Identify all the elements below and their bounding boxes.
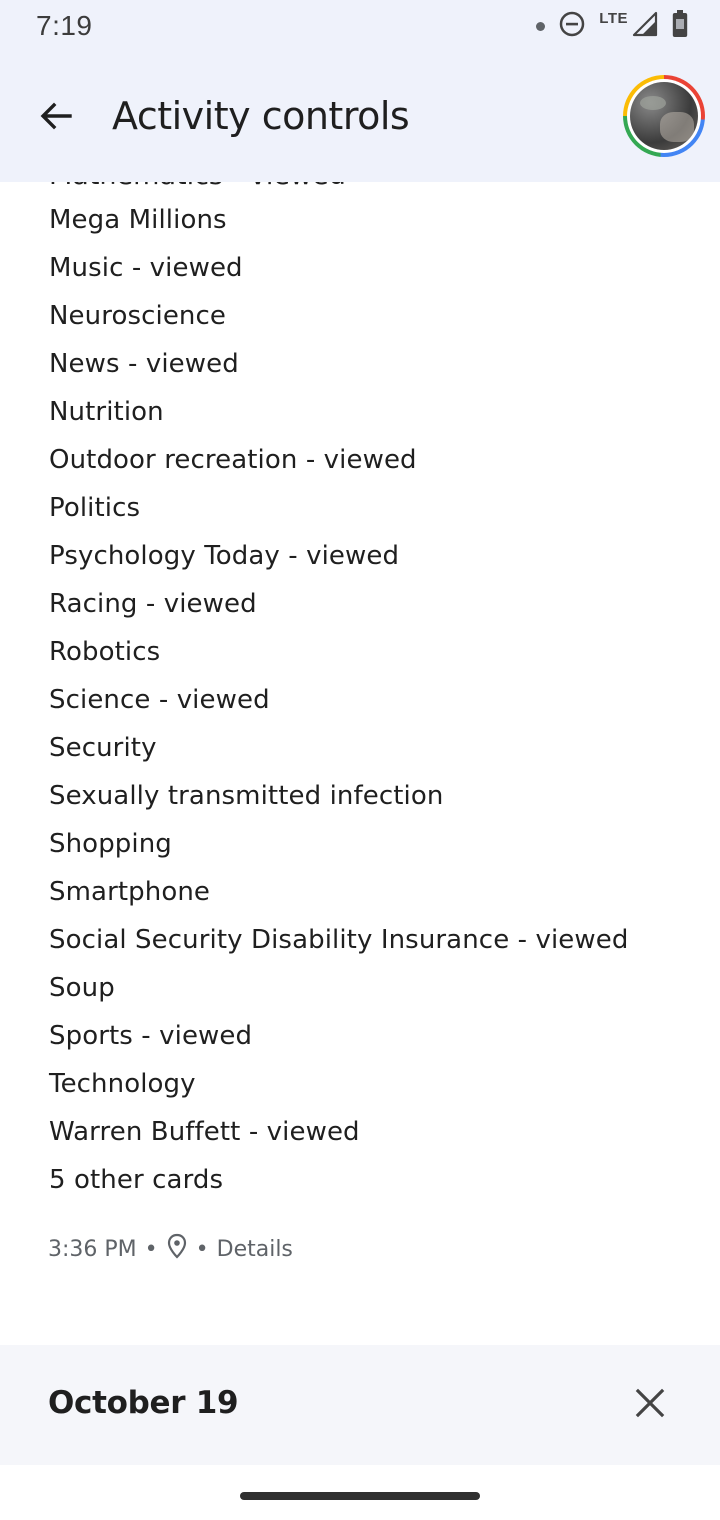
topic-item: Mega Millions <box>49 205 227 235</box>
topic-item: Science - viewed <box>49 685 270 715</box>
topic-item: Warren Buffett - viewed <box>49 1117 360 1147</box>
avatar-frame <box>627 79 701 153</box>
page-title: Activity controls <box>112 94 410 138</box>
back-button[interactable] <box>26 88 86 148</box>
topic-item: Psychology Today - viewed <box>49 541 400 571</box>
topic-item: Neuroscience <box>49 301 226 331</box>
do-not-disturb-icon <box>559 11 585 42</box>
status-bar: 7:19 LTE <box>0 0 720 56</box>
status-icons: LTE <box>536 9 688 43</box>
topic-item: Soup <box>49 973 115 1003</box>
topic-item: Racing - viewed <box>49 589 257 619</box>
topic-item: Smartphone <box>49 877 211 907</box>
activity-content[interactable]: Mathematics - viewed Mega Millions Music… <box>0 182 720 1345</box>
location-pin-icon <box>166 1233 188 1265</box>
activity-meta: 3:36 PM • • Details <box>48 1232 293 1266</box>
activity-time: 3:36 PM <box>48 1236 137 1262</box>
topic-item: Outdoor recreation - viewed <box>49 445 417 475</box>
date-group-title: October 19 <box>48 1385 239 1421</box>
topic-item: Music - viewed <box>49 253 243 283</box>
network-type-label: LTE <box>599 9 628 27</box>
notification-dot-icon <box>536 21 546 31</box>
topic-item: Nutrition <box>49 397 164 427</box>
topic-item: Sexually transmitted infection <box>49 781 444 811</box>
meta-separator: • <box>144 1236 158 1262</box>
topic-item: Security <box>49 733 157 763</box>
avatar <box>630 82 698 150</box>
topic-item: Social Security Disability Insurance - v… <box>49 925 629 955</box>
topic-item: Shopping <box>49 829 172 859</box>
details-link[interactable]: Details <box>217 1237 293 1262</box>
signal-icon <box>632 11 658 42</box>
status-time: 7:19 <box>36 10 93 41</box>
topic-list: Mega Millions Music - viewed Neuroscienc… <box>49 196 628 1204</box>
delete-day-button[interactable] <box>624 1379 676 1431</box>
battery-icon <box>672 9 688 43</box>
home-gesture-handle[interactable] <box>240 1492 480 1500</box>
topic-item: Technology <box>49 1069 196 1099</box>
topic-item: 5 other cards <box>49 1165 224 1195</box>
topic-item: News - viewed <box>49 349 239 379</box>
close-icon <box>635 1388 665 1423</box>
topic-item: Sports - viewed <box>49 1021 253 1051</box>
date-group-header: October 19 <box>0 1345 720 1465</box>
topic-item: Politics <box>49 493 141 523</box>
topic-item: Robotics <box>49 637 161 667</box>
app-bar: Activity controls <box>0 56 720 182</box>
gesture-nav-area <box>0 1465 720 1520</box>
arrow-back-icon <box>38 98 74 139</box>
meta-separator: • <box>195 1236 209 1262</box>
account-avatar-button[interactable] <box>623 75 705 157</box>
